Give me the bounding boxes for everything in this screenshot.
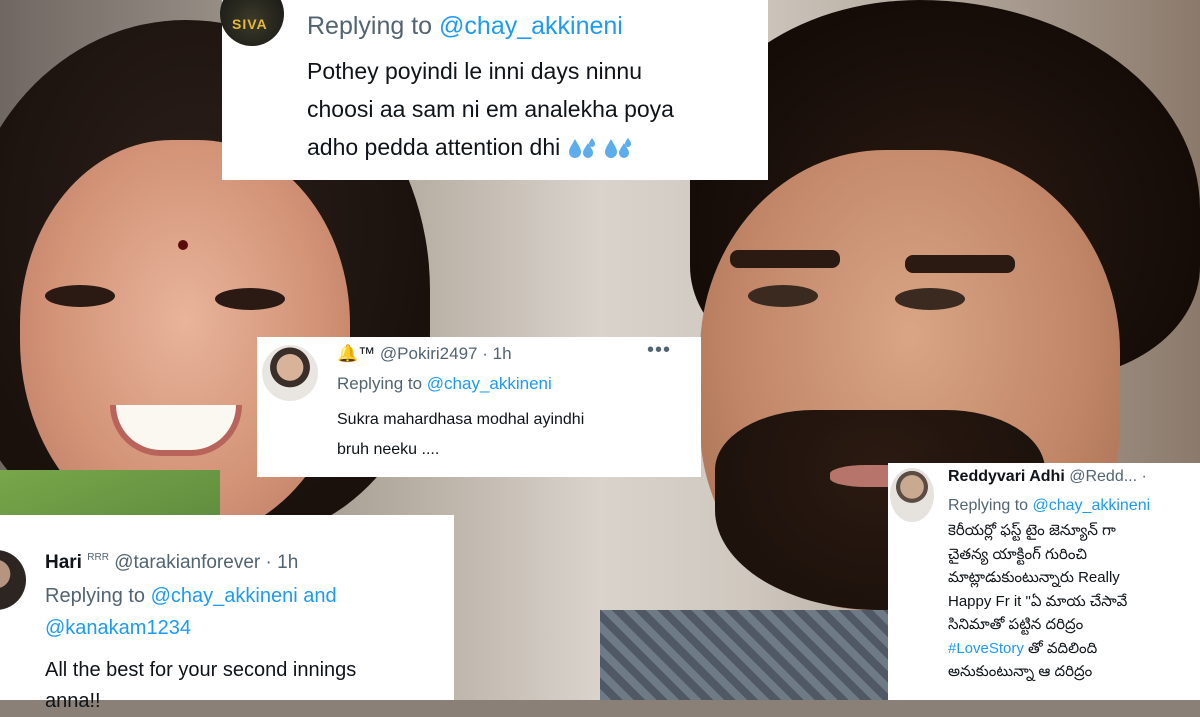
replying-handle-link[interactable]: @chay_akkineni and — [151, 585, 337, 607]
avatar[interactable] — [262, 345, 318, 401]
replying-handle-link[interactable]: @chay_akkineni — [1033, 497, 1151, 514]
replying-handle-link[interactable]: @chay_akkineni — [439, 12, 623, 40]
tweet-header: 🔔™ @Pokiri2497 · 1h — [337, 344, 512, 364]
replying-to-label: Replying to — [45, 585, 146, 607]
display-name[interactable]: Reddyvari Adhi — [948, 468, 1065, 485]
tweet-card-bottom-left[interactable]: Hari RRR @tarakianforever · 1h Replying … — [0, 515, 454, 712]
tweet-line: All the best for your second innings — [45, 659, 357, 681]
man-eye-left — [748, 285, 818, 307]
tweet-line: Happy Fr it "ఏ మాయ చేసావే — [948, 592, 1128, 610]
tweet-line: adho pedda attention dhi — [307, 128, 757, 166]
replying-handle-link[interactable]: @kanakam1234 — [45, 617, 191, 640]
tweet-line: అనుకుంటున్నా ఆ దరిద్రం — [948, 663, 1093, 680]
tweet-line: #LoveStory తో వదిలింది — [948, 637, 1200, 661]
sweat-droplets-icon — [568, 137, 595, 158]
replying-to-label: Replying to — [307, 12, 433, 40]
tweet-line: choosi aa sam ni em analekha poya — [307, 96, 674, 122]
tweet-line: సినిమాతో పట్టిన దరిద్రం — [948, 616, 1084, 633]
avatar[interactable] — [890, 468, 934, 522]
separator-dot: · — [1141, 468, 1147, 485]
user-handle[interactable]: @Redd... — [1069, 468, 1137, 485]
replying-to: Replying to @chay_akkineni — [337, 374, 552, 394]
tweet-card-middle[interactable]: 🔔™ @Pokiri2497 · 1h ••• Replying to @cha… — [257, 337, 701, 477]
hashtag-link[interactable]: #LoveStory — [948, 640, 1024, 657]
user-handle[interactable]: @Pokiri2497 — [380, 344, 478, 363]
user-handle[interactable]: @tarakianforever — [114, 552, 260, 573]
tweet-header: Hari RRR @tarakianforever · 1h — [45, 552, 298, 574]
tweet-card-top[interactable]: SIVA Replying to @chay_akkineni Pothey p… — [220, 0, 768, 180]
tweet-line: చైతన్య యాక్టింగ్ గురించి — [948, 545, 1087, 563]
more-options-icon[interactable]: ••• — [647, 339, 671, 362]
separator-dot: · — [265, 552, 272, 573]
replying-to: Replying to @chay_akkineni — [948, 497, 1150, 515]
tweet-line: మాట్లాడుకుంటున్నారు Really — [948, 569, 1120, 586]
tweet-line: Pothey poyindi le inni days ninnu — [307, 58, 643, 84]
tweet-line: కెరీయర్లో ఫస్ట్ టైం జెన్యూన్ గా — [948, 522, 1116, 539]
replying-to-label: Replying to — [337, 374, 423, 393]
tweet-card-bottom-right[interactable]: Reddyvari Adhi @Redd... · Replying to @c… — [888, 463, 1200, 700]
man-eye-right — [895, 288, 965, 310]
avatar-logo-text: SIVA — [232, 16, 268, 32]
tweet-line: bruh neeku .... — [337, 441, 440, 458]
replying-to-label: Replying to — [948, 497, 1029, 514]
tweet-line: anna!! — [45, 690, 101, 712]
display-name[interactable]: Hari — [45, 552, 82, 573]
sweat-droplets-icon — [605, 137, 632, 158]
timestamp[interactable]: 1h — [493, 344, 512, 363]
replying-handle-link[interactable]: @chay_akkineni — [427, 374, 552, 393]
tweet-text: Pothey poyindi le inni days ninnu choosi… — [307, 52, 757, 166]
woman-bindi — [178, 240, 188, 250]
name-badge: RRR — [87, 552, 109, 563]
tweet-header: Reddyvari Adhi @Redd... · — [948, 468, 1147, 486]
tweet-text: Sukra mahardhasa modhal ayindhi bruh nee… — [337, 405, 687, 465]
woman-eye-right — [215, 288, 285, 310]
tweet-text: కెరీయర్లో ఫస్ట్ టైం జెన్యూన్ గా చైతన్య య… — [948, 519, 1200, 684]
timestamp[interactable]: 1h — [277, 552, 298, 573]
tweet-line: Sukra mahardhasa modhal ayindhi — [337, 411, 585, 428]
man-checked-shirt — [600, 610, 900, 700]
replying-to: Replying to @chay_akkineni and — [45, 585, 337, 608]
man-brow-left — [730, 250, 840, 268]
tweet-line-text: adho pedda attention dhi — [307, 134, 561, 160]
replying-to: Replying to @chay_akkineni — [307, 12, 623, 41]
display-name[interactable]: 🔔™ — [337, 344, 375, 363]
avatar[interactable] — [0, 550, 26, 610]
man-brow-right — [905, 255, 1015, 273]
separator-dot: · — [482, 344, 488, 363]
woman-eye-left — [45, 285, 115, 307]
tweet-line-text: తో వదిలింది — [1023, 639, 1098, 657]
avatar[interactable]: SIVA — [220, 0, 284, 46]
tweet-text: All the best for your second innings ann… — [45, 655, 445, 717]
